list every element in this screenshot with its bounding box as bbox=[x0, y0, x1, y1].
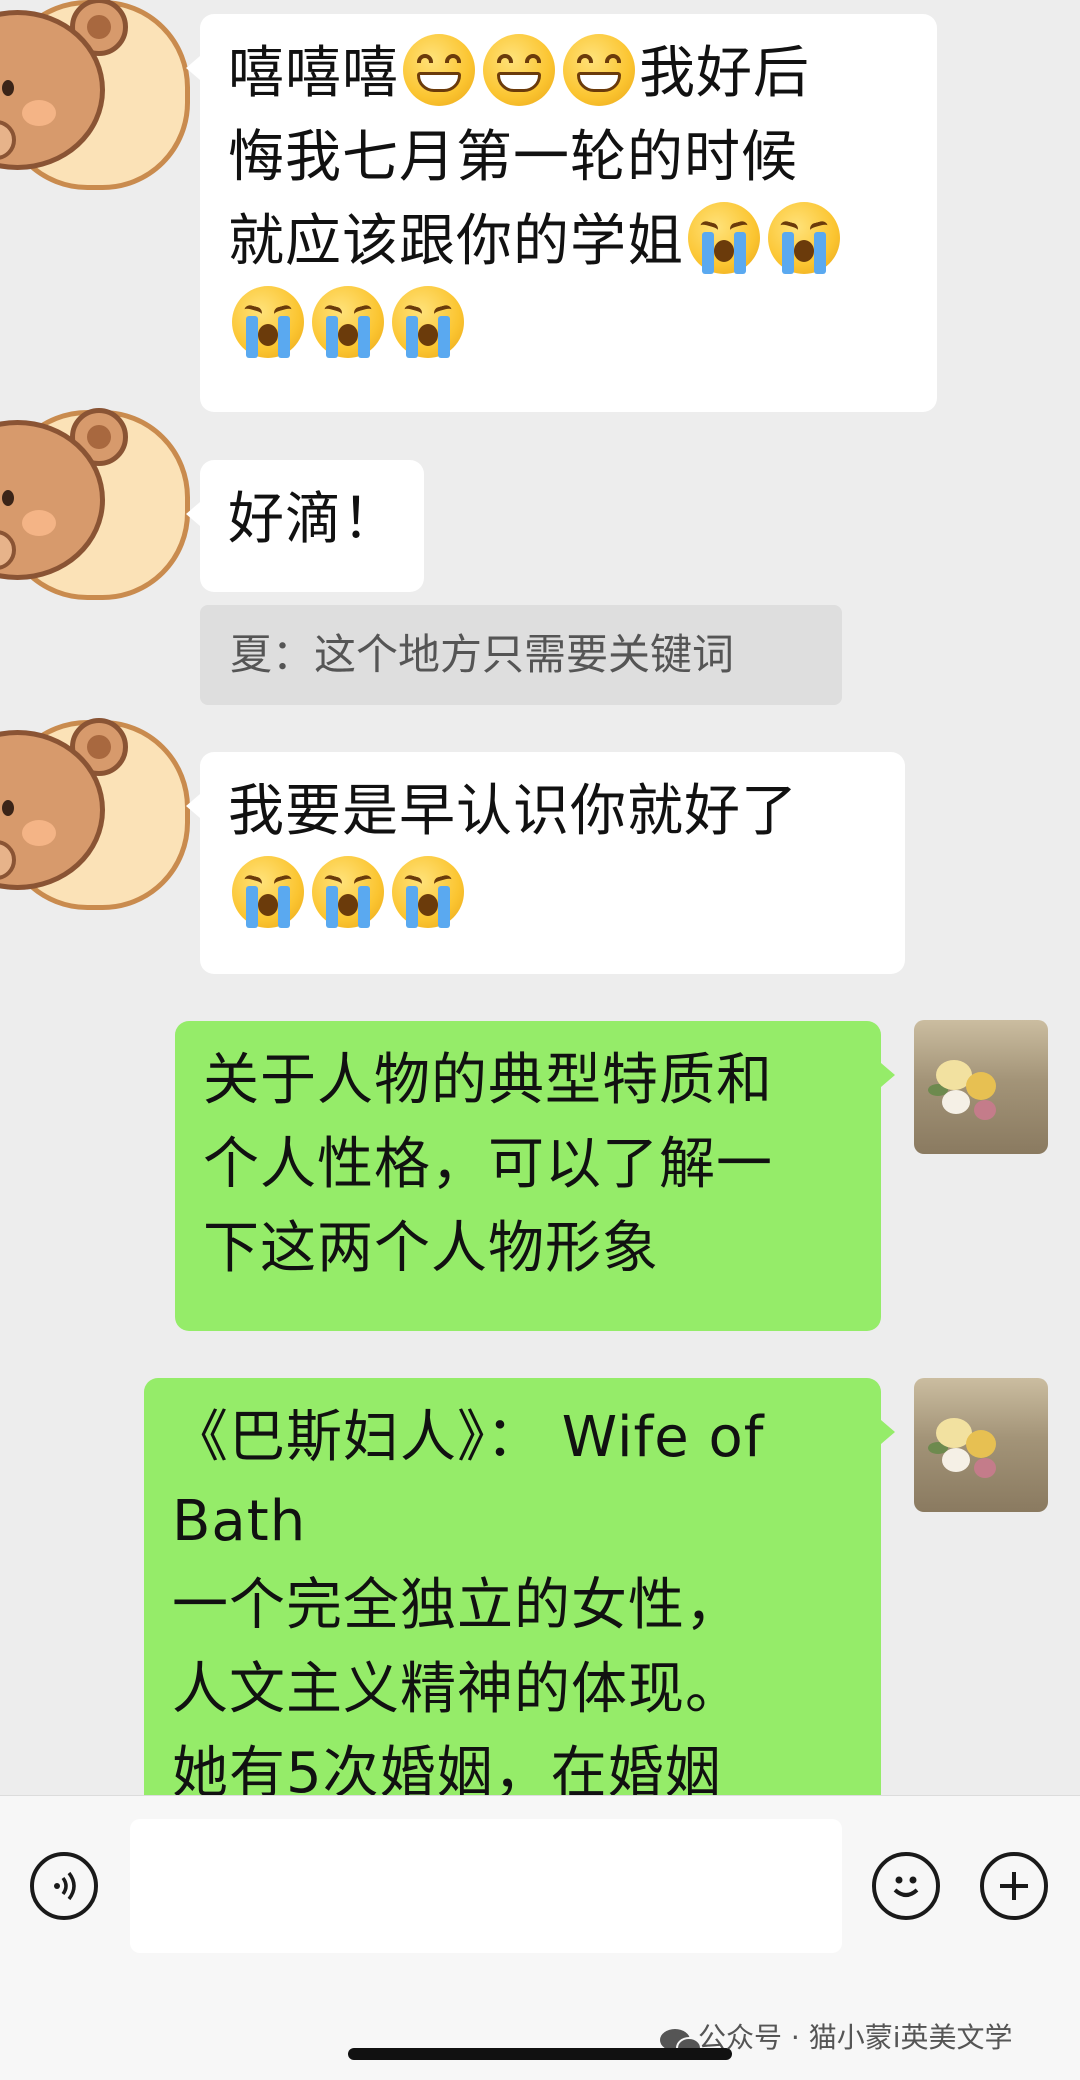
message-text: 她有5次婚姻，在婚姻 bbox=[172, 1741, 722, 1795]
message-text: 《巴斯妇人》： Wife of bbox=[172, 1405, 765, 1470]
message-text: 我好后 bbox=[639, 41, 810, 106]
message-bubble[interactable]: 《巴斯妇人》： Wife of Bath 一个完全独立的女性， 人文主义精神的体… bbox=[144, 1378, 895, 1795]
crying-emoji bbox=[232, 856, 304, 928]
message-bubble[interactable]: 我要是早认识你就好了 bbox=[186, 752, 905, 974]
message-text: 悔我七月第一轮的时候 bbox=[228, 125, 798, 190]
contact-avatar[interactable] bbox=[0, 380, 190, 610]
crying-emoji bbox=[392, 286, 464, 358]
quoted-reply[interactable]: 夏：这个地方只需要关键词 bbox=[200, 605, 842, 705]
crying-emoji bbox=[232, 286, 304, 358]
voice-icon[interactable] bbox=[30, 1852, 98, 1920]
grin-emoji bbox=[483, 34, 555, 106]
contact-avatar[interactable] bbox=[0, 690, 190, 920]
message-text: 嘻嘻嘻 bbox=[228, 41, 399, 106]
input-bar: 公众号 · 猫小蒙i英美文学 bbox=[0, 1795, 1080, 2080]
smiley-icon[interactable] bbox=[872, 1852, 940, 1920]
crying-emoji bbox=[768, 202, 840, 274]
message-text: 关于人物的典型特质和 bbox=[203, 1048, 773, 1113]
self-avatar[interactable] bbox=[914, 1020, 1048, 1154]
chat-area[interactable]: 嘻嘻嘻 我好后 悔我七月第一轮的时候 就应该跟你的学姐 好滴！ 夏：这个地方只需要… bbox=[0, 0, 1080, 1795]
message-text: 人文主义精神的体现。 bbox=[172, 1657, 742, 1722]
crying-emoji bbox=[688, 202, 760, 274]
crying-emoji bbox=[392, 856, 464, 928]
message-input[interactable] bbox=[130, 1819, 842, 1953]
watermark-text: 公众号 · 猫小蒙i英美文学 bbox=[698, 2021, 1013, 2054]
contact-avatar[interactable] bbox=[0, 0, 190, 200]
message-bubble[interactable]: 好滴！ bbox=[186, 460, 424, 592]
plus-icon[interactable] bbox=[980, 1852, 1048, 1920]
grin-emoji bbox=[403, 34, 475, 106]
message-bubble[interactable]: 关于人物的典型特质和 个人性格，可以了解一 下这两个人物形象 bbox=[175, 1021, 895, 1331]
message-bubble[interactable]: 嘻嘻嘻 我好后 悔我七月第一轮的时候 就应该跟你的学姐 bbox=[186, 14, 937, 412]
home-indicator[interactable] bbox=[348, 2048, 732, 2060]
crying-emoji bbox=[312, 286, 384, 358]
message-text: 个人性格，可以了解一 bbox=[203, 1132, 773, 1197]
message-text: 好滴！ bbox=[228, 487, 399, 552]
grin-emoji bbox=[563, 34, 635, 106]
message-text: 一个完全独立的女性， bbox=[172, 1573, 742, 1638]
message-text: 下这两个人物形象 bbox=[203, 1216, 659, 1281]
message-text: 就应该跟你的学姐 bbox=[228, 209, 684, 274]
message-text: 我要是早认识你就好了 bbox=[228, 779, 798, 844]
self-avatar[interactable] bbox=[914, 1378, 1048, 1512]
message-text: Bath bbox=[172, 1489, 307, 1554]
crying-emoji bbox=[312, 856, 384, 928]
